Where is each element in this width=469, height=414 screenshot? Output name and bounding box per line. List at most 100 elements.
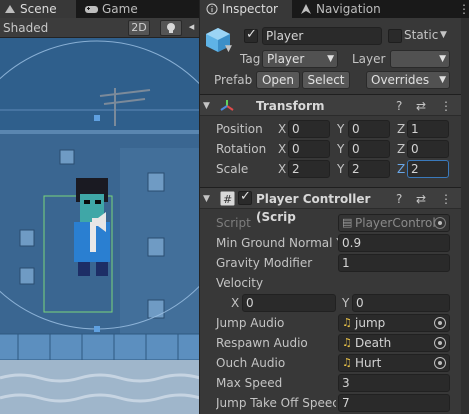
ouch-audio-value: Hurt: [355, 356, 382, 370]
ouch-audio-picker-icon[interactable]: [434, 357, 446, 369]
tab-game[interactable]: Game: [80, 0, 150, 18]
inspector-scrollbar[interactable]: [461, 18, 469, 414]
tab-navigation-label: Navigation: [316, 2, 381, 16]
prefab-overrides-dropdown[interactable]: Overrides ▼: [366, 71, 450, 89]
lighting-toggle-button[interactable]: [160, 20, 182, 36]
respawn-audio-picker-icon[interactable]: [434, 337, 446, 349]
rotation-y-field[interactable]: 0: [348, 140, 390, 158]
scale-label: Scale: [216, 162, 249, 176]
player-controller-help-icon[interactable]: ?: [396, 190, 402, 208]
transform-header[interactable]: ▼ Transform ? ⇄ ⋮: [200, 94, 469, 116]
icon-dropdown-arrow[interactable]: ▼: [225, 40, 232, 58]
jump-audio-label: Jump Audio: [216, 316, 285, 330]
jump-take-off-speed-field[interactable]: 7: [338, 394, 450, 412]
gamepad-icon: [85, 6, 98, 13]
velocity-label: Velocity: [216, 276, 264, 290]
player-controller-kebab-menu-icon[interactable]: ⋮: [440, 190, 452, 208]
preset-icon[interactable]: ⇄: [416, 97, 426, 115]
tab-game-label: Game: [102, 2, 138, 16]
player-controller-preset-icon[interactable]: ⇄: [416, 190, 426, 208]
tab-inspector[interactable]: Inspector: [200, 0, 292, 18]
jump-audio-picker-icon[interactable]: [434, 317, 446, 329]
scene-canvas[interactable]: [0, 38, 199, 414]
scene-icon: [5, 5, 15, 13]
rotation-x-label: X: [278, 142, 287, 156]
max-speed-field[interactable]: 3: [338, 374, 450, 392]
svg-text:#: #: [223, 193, 232, 206]
position-y-label: Y: [337, 122, 345, 136]
rotation-z-label: Z: [397, 142, 406, 156]
min-ground-normal-y-field[interactable]: 0.9: [338, 234, 450, 252]
script-value: PlayerControl: [355, 216, 436, 230]
overrides-value: Overrides: [371, 73, 430, 87]
kebab-menu-icon[interactable]: ⋮: [458, 0, 469, 18]
layer-label: Layer: [352, 52, 386, 66]
audio-note-icon: ♫: [342, 316, 352, 329]
respawn-audio-field[interactable]: ♫ Death: [338, 334, 450, 352]
position-x-label: X: [278, 122, 287, 136]
layer-dropdown[interactable]: ▼: [390, 50, 450, 68]
velocity-x-field[interactable]: 0: [242, 294, 336, 312]
scene-toolbar: Shaded 2D ◂: [0, 18, 199, 38]
scale-x-field[interactable]: 2: [288, 160, 330, 178]
static-checkbox[interactable]: [388, 29, 402, 43]
script-file-icon: ▤: [342, 216, 353, 229]
gravity-modifier-field[interactable]: 1: [338, 254, 450, 272]
tag-label: Tag: [240, 52, 261, 66]
scale-x-label: X: [278, 162, 287, 176]
position-y-field[interactable]: 0: [348, 120, 390, 138]
tab-scene-label: Scene: [20, 2, 57, 16]
tab-navigation[interactable]: Navigation: [296, 0, 396, 18]
position-label: Position: [216, 122, 263, 136]
script-label: Script: [216, 216, 251, 230]
2d-toggle-button[interactable]: 2D: [128, 20, 150, 36]
tab-scene[interactable]: Scene: [0, 0, 76, 18]
rotation-x-field[interactable]: 0: [288, 140, 330, 158]
tag-dropdown[interactable]: Player ▼: [262, 50, 338, 68]
audio-note-icon: ♫: [342, 336, 352, 349]
static-label: Static: [404, 28, 439, 42]
audio-toggle-button[interactable]: ◂: [184, 20, 199, 36]
jump-take-off-speed-label: Jump Take Off Speec: [216, 396, 336, 410]
transform-kebab-menu-icon[interactable]: ⋮: [440, 97, 452, 115]
prefab-select-button[interactable]: Select: [302, 71, 350, 89]
scale-y-field[interactable]: 2: [348, 160, 390, 178]
position-x-field[interactable]: 0: [288, 120, 330, 138]
scale-y-label: Y: [337, 162, 345, 176]
max-speed-label: Max Speed: [216, 376, 283, 390]
transform-foldout-arrow[interactable]: ▼: [203, 97, 210, 115]
static-dropdown-arrow[interactable]: ▼: [440, 26, 447, 44]
inspector-panel: Inspector Navigation ⋮ ▼ ✓ Player Static…: [199, 0, 469, 414]
ouch-audio-label: Ouch Audio: [216, 356, 286, 370]
info-icon: [206, 3, 218, 15]
jump-audio-field[interactable]: ♫ jump: [338, 314, 450, 332]
position-z-field[interactable]: 1: [407, 120, 449, 138]
rotation-label: Rotation: [216, 142, 267, 156]
help-icon[interactable]: ?: [396, 97, 402, 115]
rotation-z-field[interactable]: 0: [407, 140, 449, 158]
rotation-y-label: Y: [337, 142, 345, 156]
player-controller-foldout-arrow[interactable]: ▼: [203, 190, 210, 208]
velocity-x-label: X: [231, 296, 240, 310]
tag-value: Player: [267, 52, 305, 66]
tab-inspector-label: Inspector: [222, 2, 278, 16]
active-checkbox[interactable]: ✓: [244, 27, 258, 43]
object-name-field[interactable]: Player: [262, 27, 382, 45]
player-controller-enabled-checkbox[interactable]: ✓: [238, 189, 252, 205]
ouch-audio-field[interactable]: ♫ Hurt: [338, 354, 450, 372]
transform-axis-icon: [220, 100, 234, 111]
transform-title: Transform: [256, 99, 325, 113]
lightbulb-icon: [167, 23, 175, 33]
navigation-icon: [301, 4, 311, 14]
scale-z-field[interactable]: 2: [407, 160, 449, 178]
velocity-y-field[interactable]: 0: [352, 294, 450, 312]
scene-view[interactable]: Scene Game Shaded 2D ◂: [0, 0, 199, 414]
player-controller-header[interactable]: ▼ # ✓ Player Controller (Scrip ? ⇄ ⋮: [200, 187, 469, 224]
respawn-audio-label: Respawn Audio: [216, 336, 308, 350]
gravity-modifier-label: Gravity Modifier: [216, 256, 313, 270]
position-z-label: Z: [397, 122, 406, 136]
scale-z-label: Z: [397, 162, 406, 176]
shading-mode-dropdown[interactable]: Shaded: [3, 20, 48, 36]
velocity-y-label: Y: [342, 296, 350, 310]
prefab-open-button[interactable]: Open: [256, 71, 300, 89]
